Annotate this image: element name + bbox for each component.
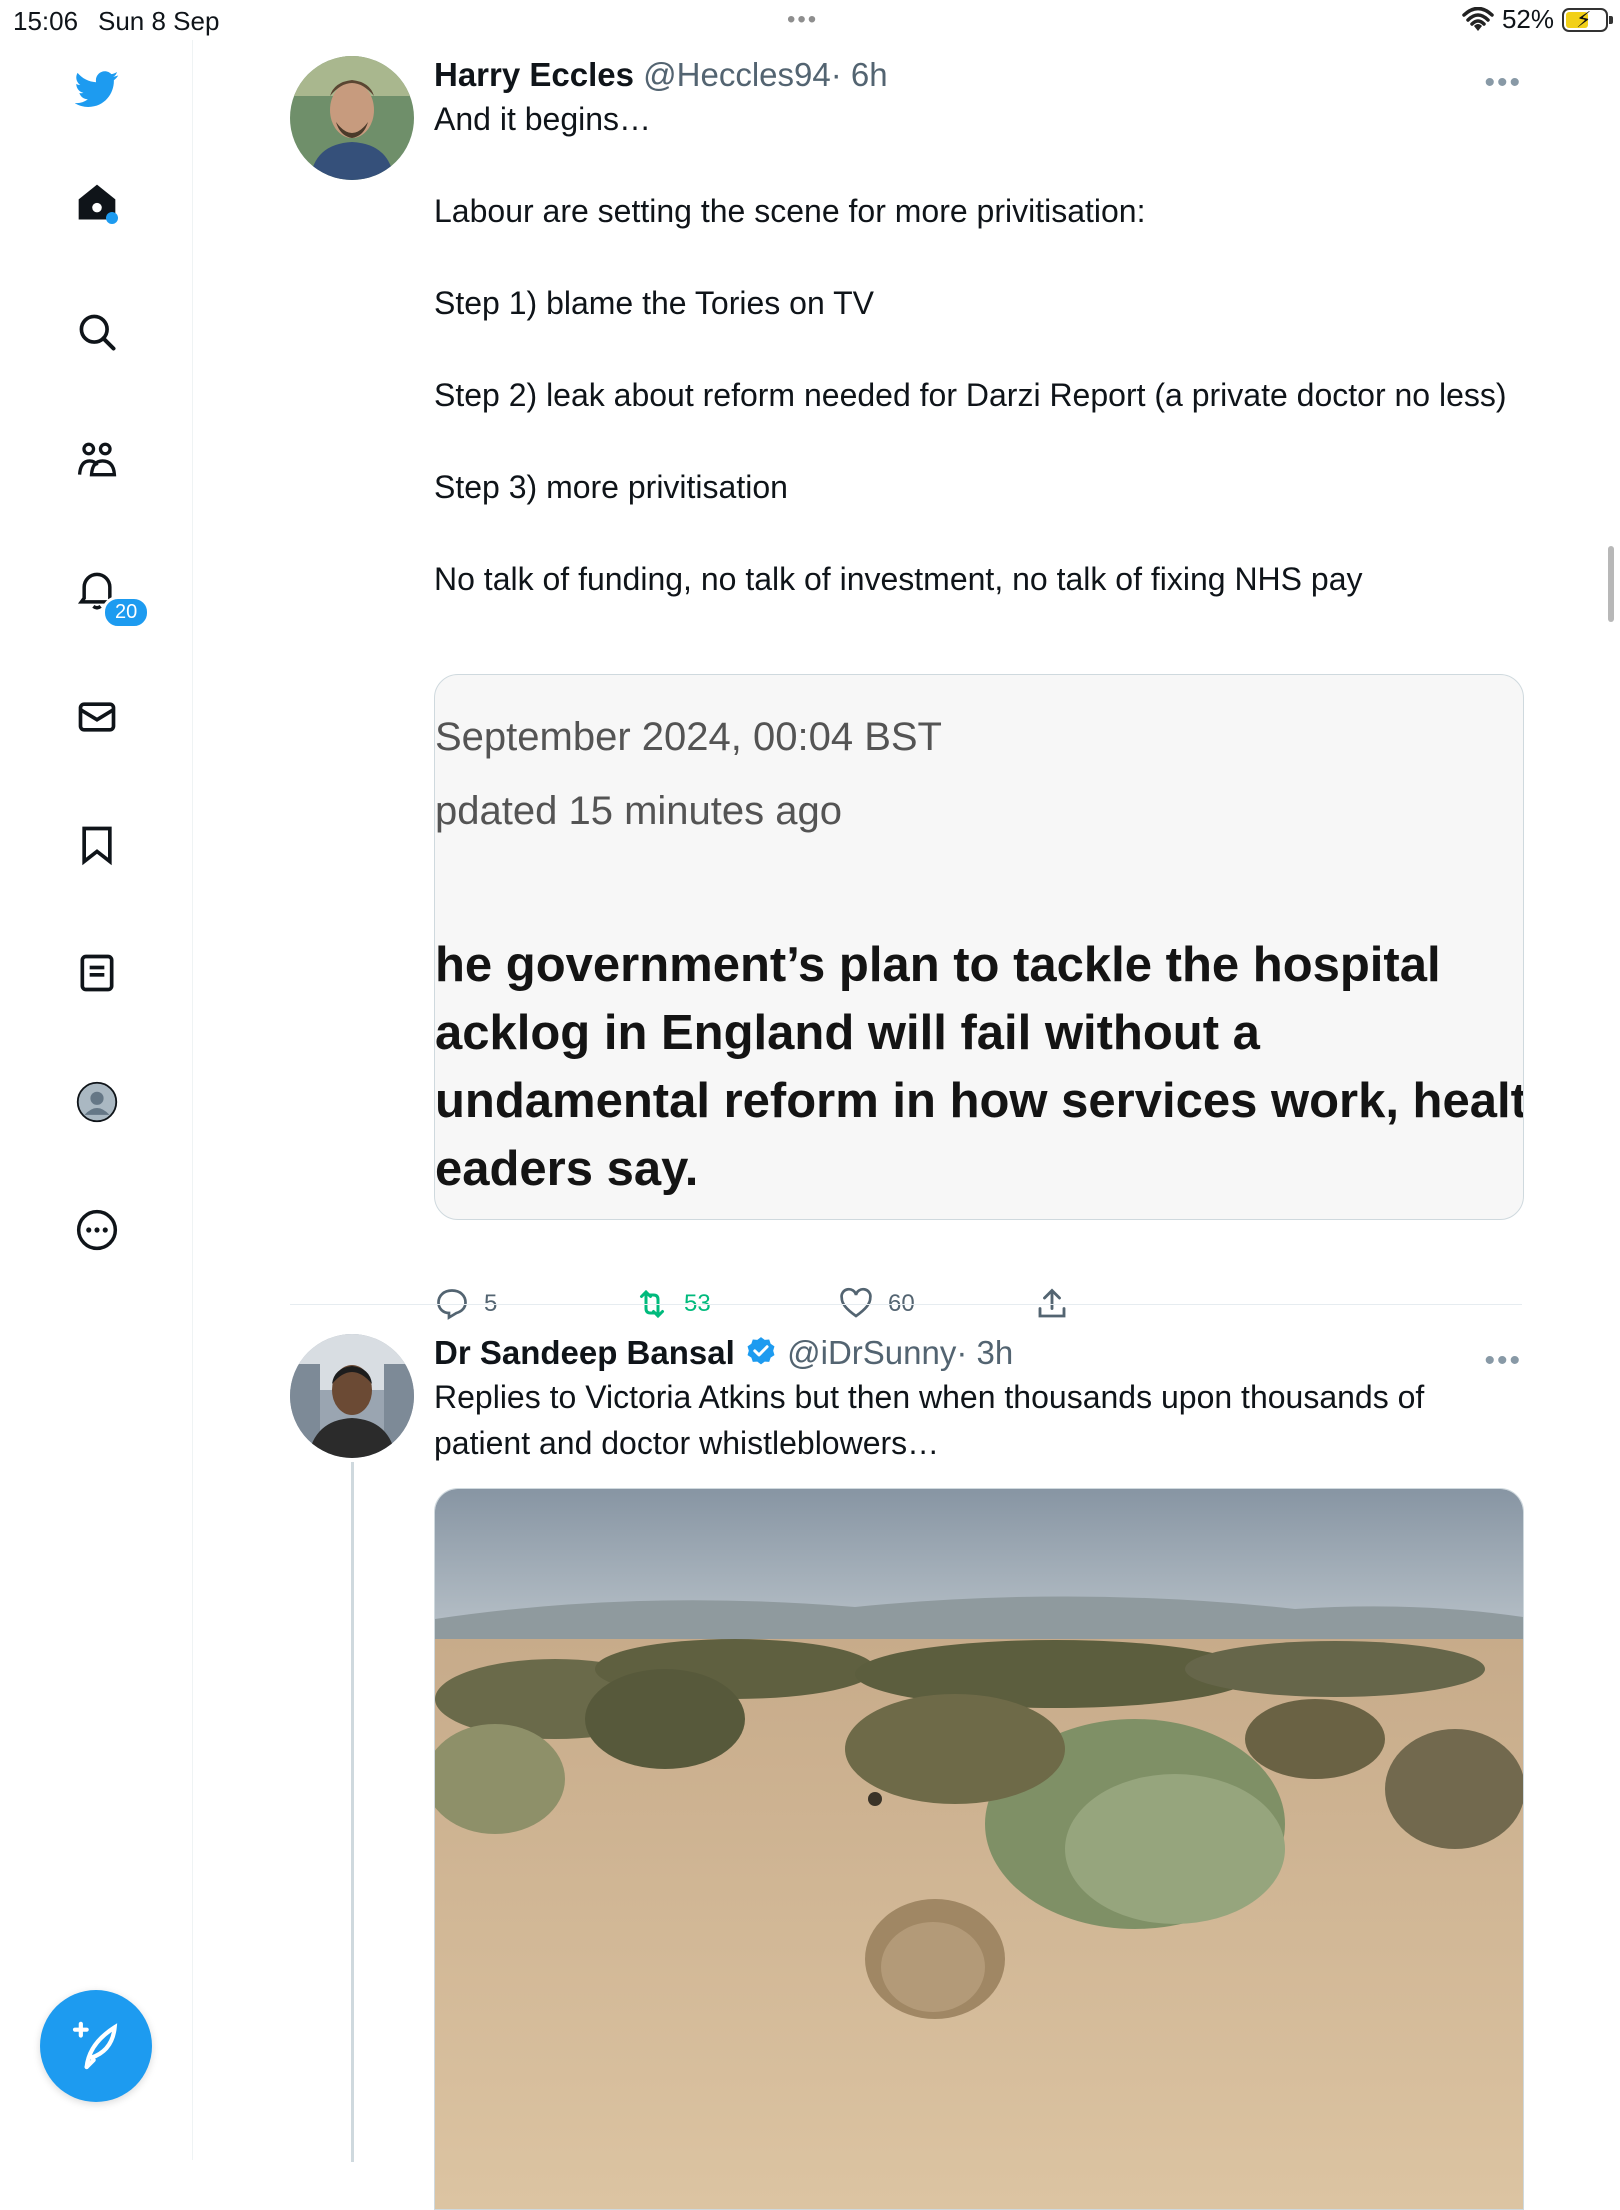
card-headline-line: he government’s plan to tackle the hospi…	[435, 938, 1441, 992]
more-options-icon[interactable]: •••	[1484, 66, 1522, 100]
status-date: Sun 8 Sep	[98, 6, 220, 36]
card-headline-line: eaders say.	[435, 1142, 699, 1196]
twitter-bird-icon[interactable]	[70, 62, 124, 116]
card-headline: he government’s plan to tackle the hospi…	[435, 931, 1524, 1203]
card-headline-line: acklog in England will fail without a	[435, 1006, 1260, 1060]
author-handle[interactable]: @Heccles94	[643, 56, 831, 93]
thread-line	[351, 1462, 354, 2162]
tweet-text: And it begins… Labour are setting the sc…	[434, 96, 1524, 602]
card-date: September 2024, 00:04 BST	[435, 715, 942, 759]
search-icon[interactable]	[70, 305, 124, 359]
wifi-icon	[1462, 6, 1494, 31]
more-options-icon[interactable]: •••	[1484, 1344, 1522, 1378]
tweet-line: Labour are setting the scene for more pr…	[434, 193, 1146, 229]
tweet-line: And it begins…	[434, 101, 652, 137]
compose-icon	[72, 2021, 118, 2070]
messages-icon[interactable]	[70, 690, 124, 744]
desert-scene-image	[435, 1489, 1523, 2209]
lists-icon[interactable]	[70, 946, 124, 1000]
tweet-divider	[290, 1304, 1522, 1305]
notifications-badge: 20	[102, 596, 151, 629]
tweet-time[interactable]: · 3h	[956, 1334, 1013, 1371]
more-icon[interactable]	[70, 1203, 124, 1257]
profile-icon[interactable]	[70, 1075, 124, 1129]
communities-icon[interactable]	[70, 433, 124, 487]
author-name[interactable]: Harry Eccles	[434, 56, 634, 93]
author-handle[interactable]: @iDrSunny	[787, 1334, 956, 1371]
status-right: 52% ⚡	[1462, 4, 1613, 35]
tweet-actions: 5 53 60	[434, 1286, 1134, 1336]
avatar[interactable]	[290, 56, 414, 180]
battery-percent: 52%	[1501, 4, 1554, 34]
compose-button[interactable]	[40, 1990, 152, 2102]
tweet-line: Replies to Victoria Atkins but then when…	[434, 1379, 1425, 1461]
avatar[interactable]	[290, 1334, 414, 1458]
tweet-text: Replies to Victoria Atkins but then when…	[434, 1374, 1524, 1466]
status-bar: 15:06 Sun 8 Sep ••• 52% ⚡	[0, 0, 1620, 40]
tweet-header: Dr Sandeep Bansal @iDrSunny· 3h	[434, 1334, 1013, 1372]
status-time: 15:06	[13, 6, 79, 36]
tweet-line: No talk of funding, no talk of investmen…	[434, 561, 1363, 597]
card-updated: pdated 15 minutes ago	[435, 789, 842, 833]
tweet-header: Harry Eccles @Heccles94· 6h	[434, 56, 888, 94]
bookmark-icon[interactable]	[70, 818, 124, 872]
verified-icon	[747, 1337, 775, 1365]
battery-icon: ⚡	[1562, 7, 1613, 32]
home-unread-dot	[106, 212, 118, 224]
tweet-line: Step 3) more privitisation	[434, 469, 788, 505]
quoted-image-card[interactable]: September 2024, 00:04 BST pdated 15 minu…	[434, 674, 1524, 1220]
sidebar: 20	[0, 40, 193, 2160]
tweet-time[interactable]: · 6h	[831, 56, 888, 93]
author-name[interactable]: Dr Sandeep Bansal	[434, 1334, 735, 1371]
scrollbar[interactable]	[1608, 546, 1614, 622]
video-media[interactable]	[434, 1488, 1524, 2210]
multitask-dots-icon[interactable]: •••	[787, 6, 818, 34]
tweet-line: Step 2) leak about reform needed for Dar…	[434, 377, 1507, 413]
tweet-line: Step 1) blame the Tories on TV	[434, 285, 874, 321]
card-headline-line: undamental reform in how services work, …	[435, 1074, 1524, 1128]
